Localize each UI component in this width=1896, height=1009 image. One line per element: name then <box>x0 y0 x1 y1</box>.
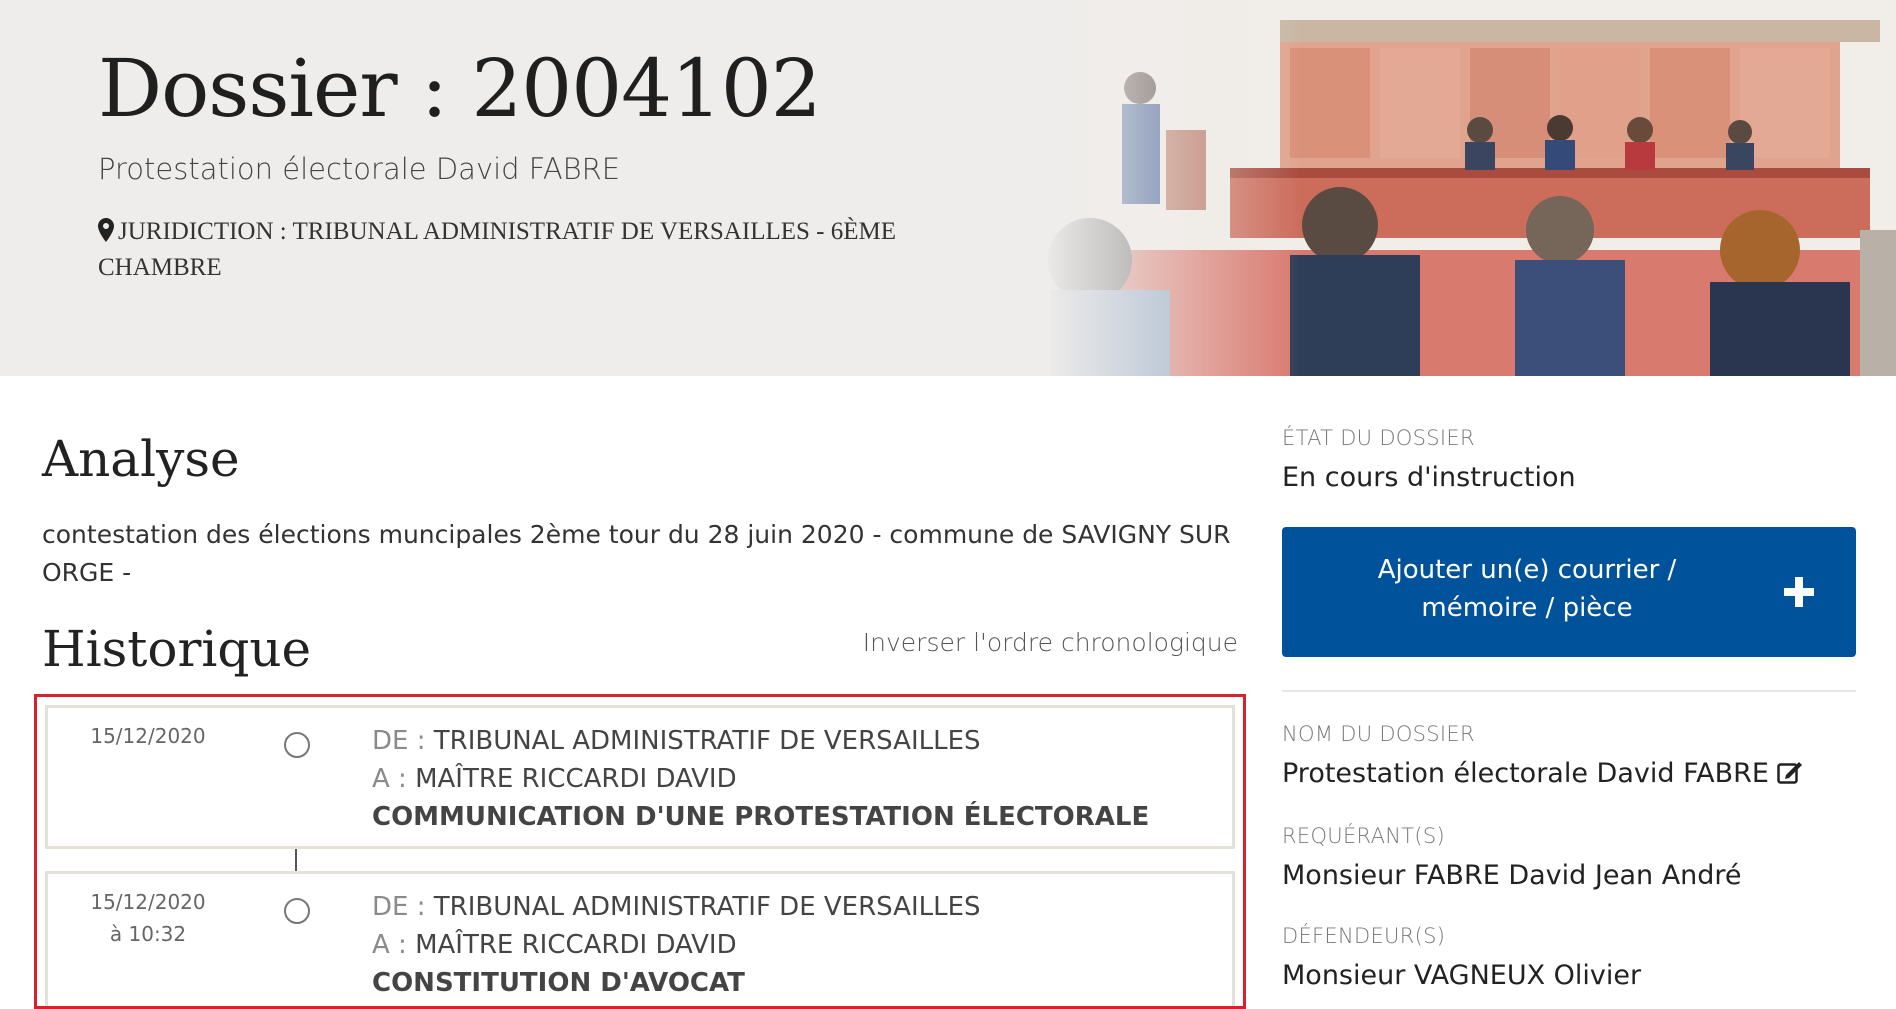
entry-date-day: 15/12/2020 <box>90 724 206 748</box>
entry-to: A : MAÎTRE RICCARDI DAVID <box>372 760 1149 798</box>
juridiction: JURIDICTION : TRIBUNAL ADMINISTRATIF DE … <box>98 214 928 286</box>
from-value: TRIBUNAL ADMINISTRATIF DE VERSAILLES <box>433 892 981 922</box>
nom-text: Protestation électorale David FABRE <box>1282 758 1769 789</box>
historique-heading: Historique <box>42 620 312 678</box>
juridiction-text: JURIDICTION : TRIBUNAL ADMINISTRATIF DE … <box>98 218 897 281</box>
plus-icon <box>1784 577 1814 607</box>
to-label: A : <box>372 764 407 794</box>
hero-fade <box>1040 0 1300 376</box>
sidebar-divider <box>1282 690 1856 692</box>
entry-date: 15/12/2020 à 10:32 <box>48 886 248 950</box>
nom-label: NOM DU DOSSIER <box>1282 722 1475 746</box>
entry-object: COMMUNICATION D'UNE PROTESTATION ÉLECTOR… <box>372 802 1150 832</box>
timeline-dot <box>284 732 310 758</box>
entry-from: DE : TRIBUNAL ADMINISTRATIF DE VERSAILLE… <box>372 888 981 926</box>
entry-details: DE : TRIBUNAL ADMINISTRATIF DE VERSAILLE… <box>372 888 981 1002</box>
entry-from: DE : TRIBUNAL ADMINISTRATIF DE VERSAILLE… <box>372 722 1149 760</box>
timeline-entry[interactable]: 15/12/2020 DE : TRIBUNAL ADMINISTRATIF D… <box>45 705 1235 849</box>
to-value: MAÎTRE RICCARDI DAVID <box>415 930 737 960</box>
edit-icon[interactable] <box>1777 760 1803 784</box>
entry-date: 15/12/2020 <box>48 720 248 752</box>
timeline-dot <box>284 898 310 924</box>
to-value: MAÎTRE RICCARDI DAVID <box>415 764 737 794</box>
map-marker-icon <box>98 218 114 242</box>
entry-object: CONSTITUTION D'AVOCAT <box>372 968 745 998</box>
entry-date-time: à 10:32 <box>109 922 187 946</box>
analyse-text: contestation des élections muncipales 2è… <box>42 520 1231 587</box>
timeline-entry[interactable]: 15/12/2020 à 10:32 DE : TRIBUNAL ADMINIS… <box>45 871 1235 1006</box>
from-label: DE : <box>372 726 426 756</box>
from-label: DE : <box>372 892 426 922</box>
add-document-button[interactable]: Ajouter un(e) courrier / mémoire / pièce <box>1282 527 1856 657</box>
etat-label: ÉTAT DU DOSSIER <box>1282 426 1475 450</box>
entry-to: A : MAÎTRE RICCARDI DAVID <box>372 926 981 964</box>
historique-timeline: 15/12/2020 DE : TRIBUNAL ADMINISTRATIF D… <box>34 694 1246 1009</box>
to-label: A : <box>372 930 407 960</box>
entry-date-day: 15/12/2020 <box>90 890 206 914</box>
from-value: TRIBUNAL ADMINISTRATIF DE VERSAILLES <box>433 726 981 756</box>
dossier-subtitle: Protestation électorale David FABRE <box>98 152 621 186</box>
analyse-heading: Analyse <box>42 430 240 488</box>
invert-order-link[interactable]: Inverser l'ordre chronologique <box>863 628 1238 657</box>
requerants-value: Monsieur FABRE David Jean André <box>1282 860 1742 891</box>
page-title: Dossier : 2004102 <box>98 42 822 135</box>
entry-details: DE : TRIBUNAL ADMINISTRATIF DE VERSAILLE… <box>372 722 1149 836</box>
dossier-header: Dossier : 2004102 Protestation électoral… <box>0 0 1896 376</box>
requerants-label: REQUÉRANT(S) <box>1282 824 1445 848</box>
add-document-label: Ajouter un(e) courrier / mémoire / pièce <box>1377 555 1677 623</box>
defendeurs-label: DÉFENDEUR(S) <box>1282 924 1446 948</box>
etat-value: En cours d'instruction <box>1282 462 1576 493</box>
defendeurs-value: Monsieur VAGNEUX Olivier <box>1282 960 1642 991</box>
nom-value: Protestation électorale David FABRE <box>1282 758 1803 789</box>
